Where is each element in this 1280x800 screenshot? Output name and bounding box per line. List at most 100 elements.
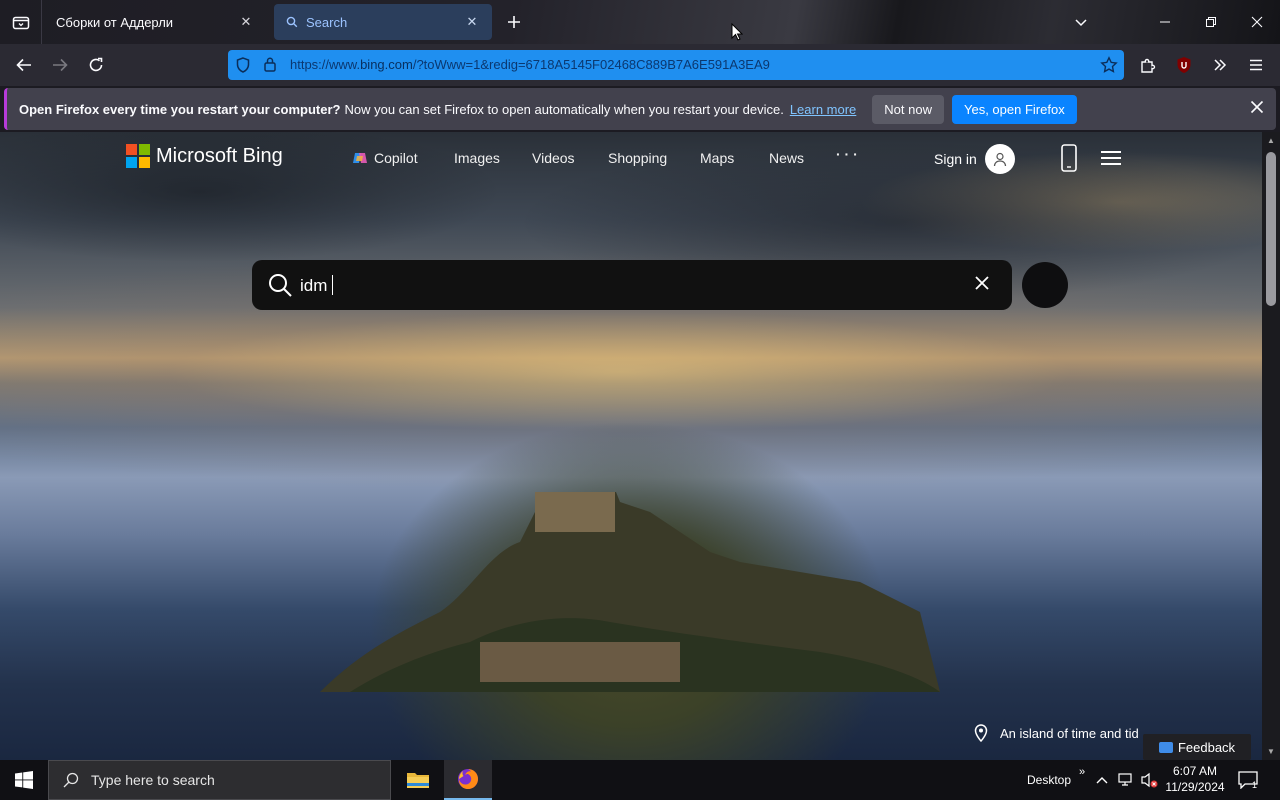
microsoft-logo-icon bbox=[126, 144, 150, 168]
notification-title: Open Firefox every time you restart your… bbox=[19, 101, 341, 117]
firefox-taskbar-button[interactable] bbox=[444, 760, 492, 800]
tab-title: Сборки от Аддерли bbox=[56, 14, 174, 30]
island-castle-image bbox=[320, 492, 940, 692]
desktop-label: Desktop bbox=[1027, 773, 1072, 787]
search-icon bbox=[286, 16, 298, 28]
network-tray-icon[interactable] bbox=[1117, 760, 1135, 800]
ublock-extension-button[interactable] bbox=[1169, 50, 1199, 80]
tab-strip: Сборки от Аддерли ✕ Search ✕ bbox=[0, 0, 1280, 44]
volume-muted-icon bbox=[1141, 772, 1158, 788]
close-window-button[interactable] bbox=[1234, 0, 1280, 44]
nav-news[interactable]: News bbox=[769, 150, 804, 166]
back-button[interactable] bbox=[9, 50, 39, 80]
lock-icon[interactable] bbox=[263, 56, 277, 72]
copilot-icon bbox=[353, 153, 367, 163]
notification-text: Now you can set Firefox to open automati… bbox=[344, 101, 784, 117]
visual-search-button[interactable] bbox=[1022, 262, 1068, 308]
sign-in-label: Sign in bbox=[934, 151, 977, 167]
folder-icon bbox=[407, 773, 429, 788]
action-center-button[interactable]: 1 bbox=[1238, 760, 1263, 800]
more-tools-button[interactable] bbox=[1205, 50, 1235, 80]
windows-logo-icon bbox=[15, 771, 33, 789]
network-icon bbox=[1118, 773, 1132, 786]
open-firefox-button[interactable]: Yes, open Firefox bbox=[952, 94, 1077, 124]
extensions-button[interactable] bbox=[1133, 50, 1163, 80]
bing-logo-text: Microsoft Bing bbox=[156, 144, 283, 167]
nav-maps[interactable]: Maps bbox=[700, 150, 734, 166]
caption-text: An island of time and tid bbox=[1000, 725, 1139, 741]
nav-images[interactable]: Images bbox=[454, 150, 500, 166]
avatar bbox=[984, 144, 1015, 174]
taskbar-search-placeholder: Type here to search bbox=[91, 772, 215, 788]
navigation-toolbar: https://www.bing.com/?toWww=1&redig=6718… bbox=[0, 44, 1280, 106]
forward-button[interactable] bbox=[45, 50, 75, 80]
show-hidden-icons-button[interactable] bbox=[1096, 760, 1108, 800]
ublock-shield-icon bbox=[1177, 57, 1191, 73]
hamburger-menu-icon[interactable] bbox=[1100, 150, 1122, 166]
nav-more[interactable]: · · · bbox=[836, 146, 858, 162]
nav-copilot-label: Copilot bbox=[374, 150, 418, 166]
chevron-down-icon bbox=[1075, 19, 1087, 27]
new-tab-button[interactable] bbox=[503, 11, 525, 33]
file-explorer-taskbar-button[interactable] bbox=[394, 760, 442, 800]
nav-shopping[interactable]: Shopping bbox=[608, 150, 667, 166]
nav-videos[interactable]: Videos bbox=[532, 150, 575, 166]
plus-icon bbox=[508, 16, 520, 28]
desktop-toolbar[interactable]: Desktop » bbox=[1027, 760, 1085, 800]
list-all-tabs-button[interactable] bbox=[1058, 0, 1104, 44]
sign-in-button[interactable]: Sign in bbox=[934, 144, 1015, 174]
location-pin-icon bbox=[974, 724, 988, 742]
start-button[interactable] bbox=[0, 760, 48, 800]
bing-search-box[interactable]: idm bbox=[252, 260, 1012, 310]
url-text[interactable]: https://www.bing.com/?toWww=1&redig=6718… bbox=[290, 57, 770, 72]
clear-search-icon[interactable] bbox=[974, 275, 990, 291]
volume-tray-icon[interactable] bbox=[1141, 760, 1159, 800]
bing-logo[interactable]: Microsoft Bing bbox=[126, 144, 283, 168]
search-input[interactable]: idm bbox=[300, 275, 334, 296]
nav-copilot[interactable]: Copilot bbox=[352, 150, 418, 166]
scroll-down-arrow-icon[interactable]: ▼ bbox=[1267, 747, 1275, 756]
scroll-up-arrow-icon[interactable]: ▲ bbox=[1267, 136, 1275, 145]
back-arrow-icon bbox=[16, 58, 31, 72]
reload-button[interactable] bbox=[81, 50, 111, 80]
address-bar[interactable]: https://www.bing.com/?toWww=1&redig=6718… bbox=[228, 50, 1124, 80]
bookmark-star-icon[interactable] bbox=[1100, 56, 1118, 74]
url-path: /?toWww=1&redig=6718A5145F02468C889B7A6E… bbox=[412, 57, 770, 72]
close-icon[interactable] bbox=[1250, 100, 1264, 114]
minimize-button[interactable] bbox=[1142, 0, 1188, 44]
feedback-button[interactable]: Feedback bbox=[1143, 734, 1251, 760]
user-icon bbox=[993, 152, 1006, 167]
notification-bar: Open Firefox every time you restart your… bbox=[4, 88, 1276, 130]
reload-icon bbox=[89, 57, 103, 72]
mouse-cursor-icon bbox=[731, 23, 743, 41]
feedback-label: Feedback bbox=[1177, 739, 1236, 755]
url-prefix: https://www. bbox=[290, 57, 361, 72]
close-icon bbox=[1251, 16, 1263, 28]
tab-title: Search bbox=[306, 14, 348, 30]
scrollbar-thumb[interactable] bbox=[1266, 152, 1276, 306]
bing-homepage: Microsoft Bing Copilot Images Videos Sho… bbox=[0, 132, 1262, 760]
not-now-button[interactable]: Not now bbox=[872, 94, 944, 124]
page-scrollbar[interactable]: ▲ ▼ bbox=[1262, 132, 1280, 760]
minimize-icon bbox=[1160, 21, 1170, 23]
search-query-text: idm bbox=[300, 276, 328, 295]
app-menu-button[interactable] bbox=[1241, 50, 1271, 80]
close-tab-icon[interactable]: ✕ bbox=[238, 14, 254, 30]
feedback-icon bbox=[1158, 741, 1173, 753]
chevron-up-icon bbox=[1096, 777, 1108, 784]
url-domain: bing.com bbox=[360, 57, 413, 72]
tab-adderley[interactable]: Сборки от Аддерли ✕ bbox=[44, 4, 266, 40]
close-tab-icon[interactable]: ✕ bbox=[464, 14, 480, 30]
hamburger-menu-icon bbox=[1250, 59, 1262, 71]
restore-button[interactable] bbox=[1188, 0, 1234, 44]
mobile-phone-icon[interactable] bbox=[1060, 144, 1078, 172]
tracking-protection-shield-icon[interactable] bbox=[236, 57, 250, 73]
taskbar-search-box[interactable]: Type here to search bbox=[48, 760, 391, 800]
image-caption[interactable]: An island of time and tid bbox=[974, 724, 1139, 742]
clock-time: 6:07 AM bbox=[1172, 764, 1218, 778]
tab-list-button[interactable] bbox=[0, 0, 42, 44]
tab-search[interactable]: Search ✕ bbox=[274, 4, 492, 40]
taskbar-clock[interactable]: 6:07 AM 11/29/2024 bbox=[1160, 763, 1230, 795]
learn-more-link[interactable]: Learn more bbox=[790, 102, 856, 117]
notification-count: 1 bbox=[1252, 780, 1258, 790]
